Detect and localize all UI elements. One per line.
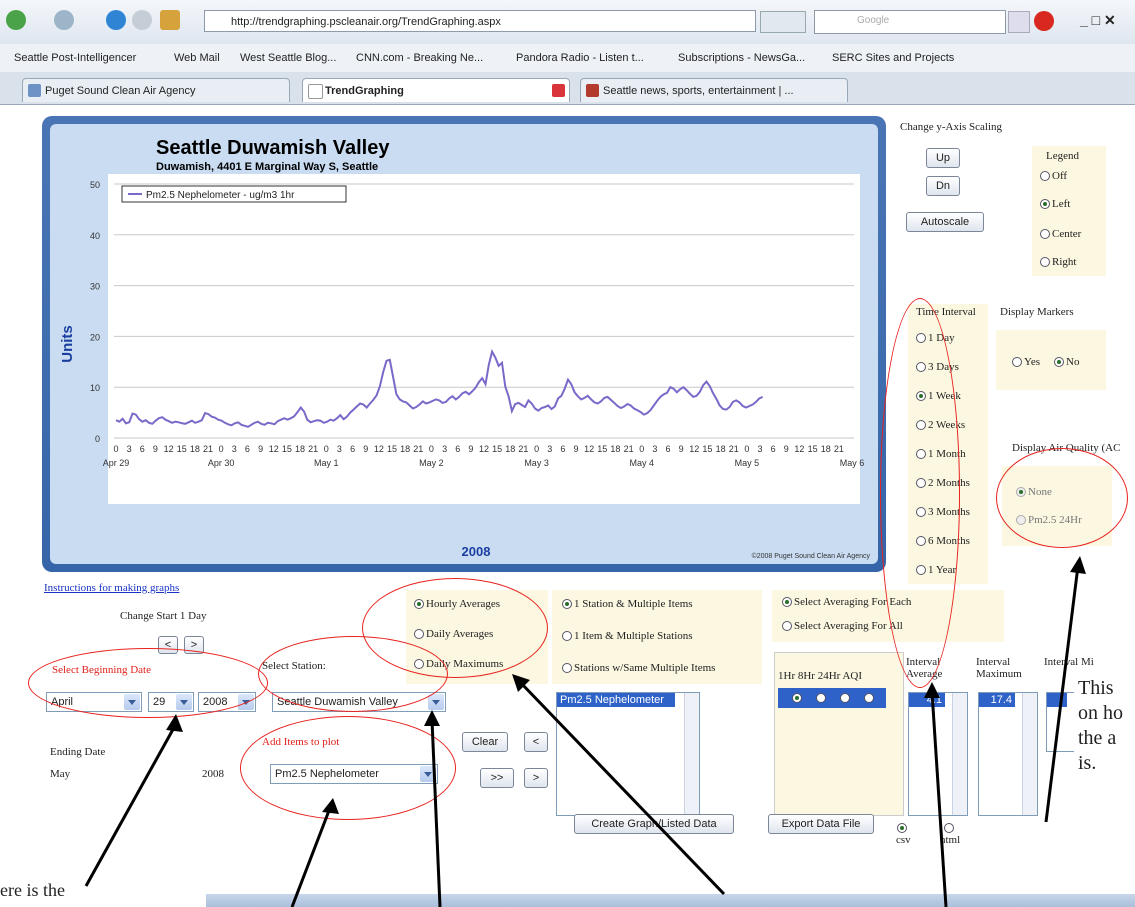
- arrow: [930, 691, 948, 907]
- arrow-head: [166, 714, 183, 732]
- note-line: the a: [1078, 727, 1117, 749]
- arrow-head: [1070, 556, 1086, 574]
- annotation-note-bottom-left: ere is the: [0, 880, 65, 900]
- note-line: on ho: [1078, 702, 1123, 724]
- arrow-head: [322, 798, 339, 814]
- arrow-head: [424, 710, 440, 726]
- arrow: [518, 680, 726, 896]
- arrow: [84, 723, 178, 887]
- arrow: [430, 719, 442, 907]
- annotation-note-right: This on ho the a is.: [1074, 676, 1135, 776]
- arrow: [290, 807, 332, 907]
- annotation-arrows: [84, 556, 1086, 907]
- note-line: This: [1078, 677, 1114, 699]
- arrow-head: [924, 682, 940, 698]
- note-line: is.: [1078, 752, 1097, 774]
